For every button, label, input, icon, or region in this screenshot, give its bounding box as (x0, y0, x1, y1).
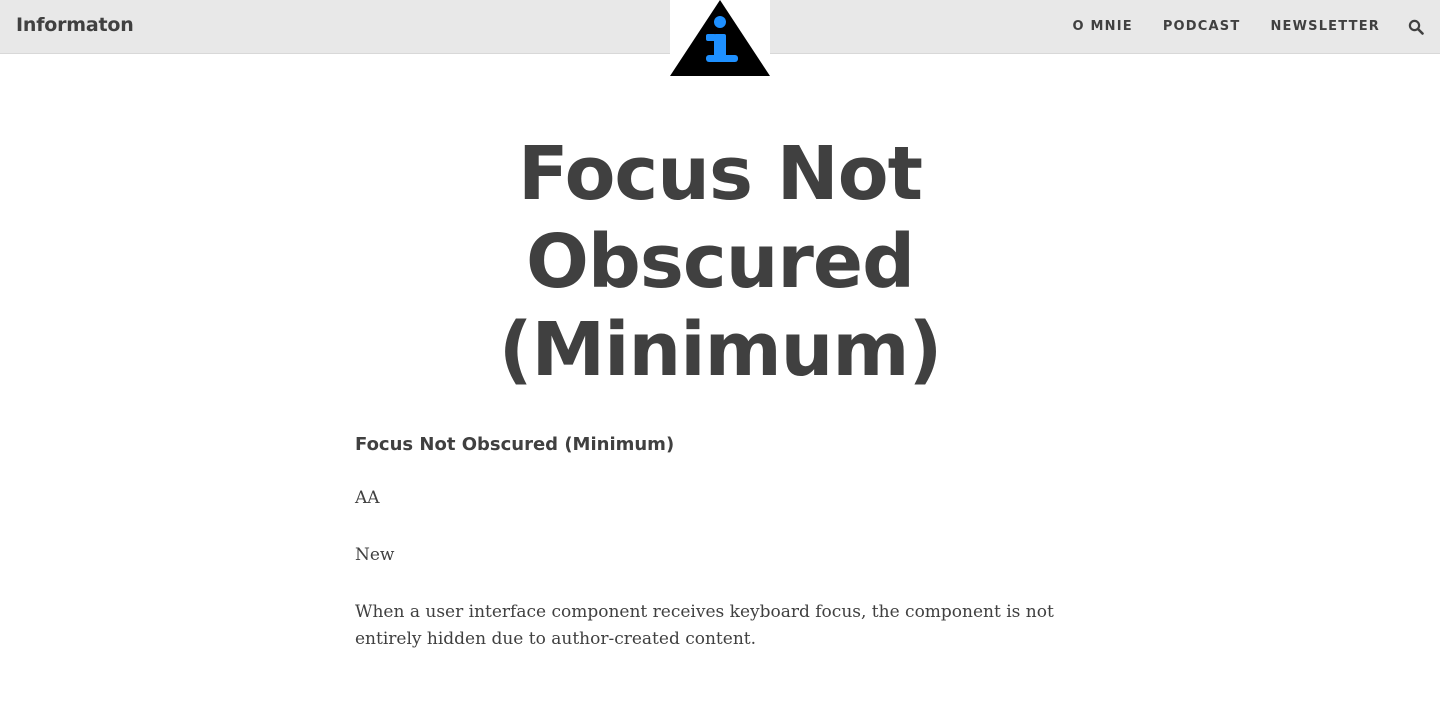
nav-item-o-mnie[interactable]: O MNIE (1073, 19, 1133, 34)
site-title-link[interactable]: Informaton (16, 14, 134, 36)
post-subtitle: Focus Not Obscured (Minimum) (355, 434, 675, 455)
nav-item-newsletter[interactable]: NEWSLETTER (1270, 19, 1380, 34)
post-content: Focus Not Obscured (Minimum) Focus Not O… (355, 130, 1085, 683)
site-logo[interactable] (670, 0, 770, 76)
conformance-level: AA (355, 488, 380, 508)
status-label: New (355, 545, 395, 565)
search-button[interactable] (1408, 19, 1424, 35)
info-triangle-logo-icon (670, 0, 770, 76)
nav-item-podcast[interactable]: PODCAST (1163, 19, 1241, 34)
criterion-description: When a user interface component receives… (355, 602, 1054, 649)
search-icon (1408, 19, 1424, 35)
page-title: Focus Not Obscured (Minimum) (498, 131, 943, 393)
main-navigation: O MNIE PODCAST NEWSLETTER (1073, 19, 1380, 34)
site-header: Informaton O MNIE PODCAST NEWSLETTER (0, 0, 1440, 76)
post-body: AA New When a user interface component r… (355, 485, 1085, 653)
